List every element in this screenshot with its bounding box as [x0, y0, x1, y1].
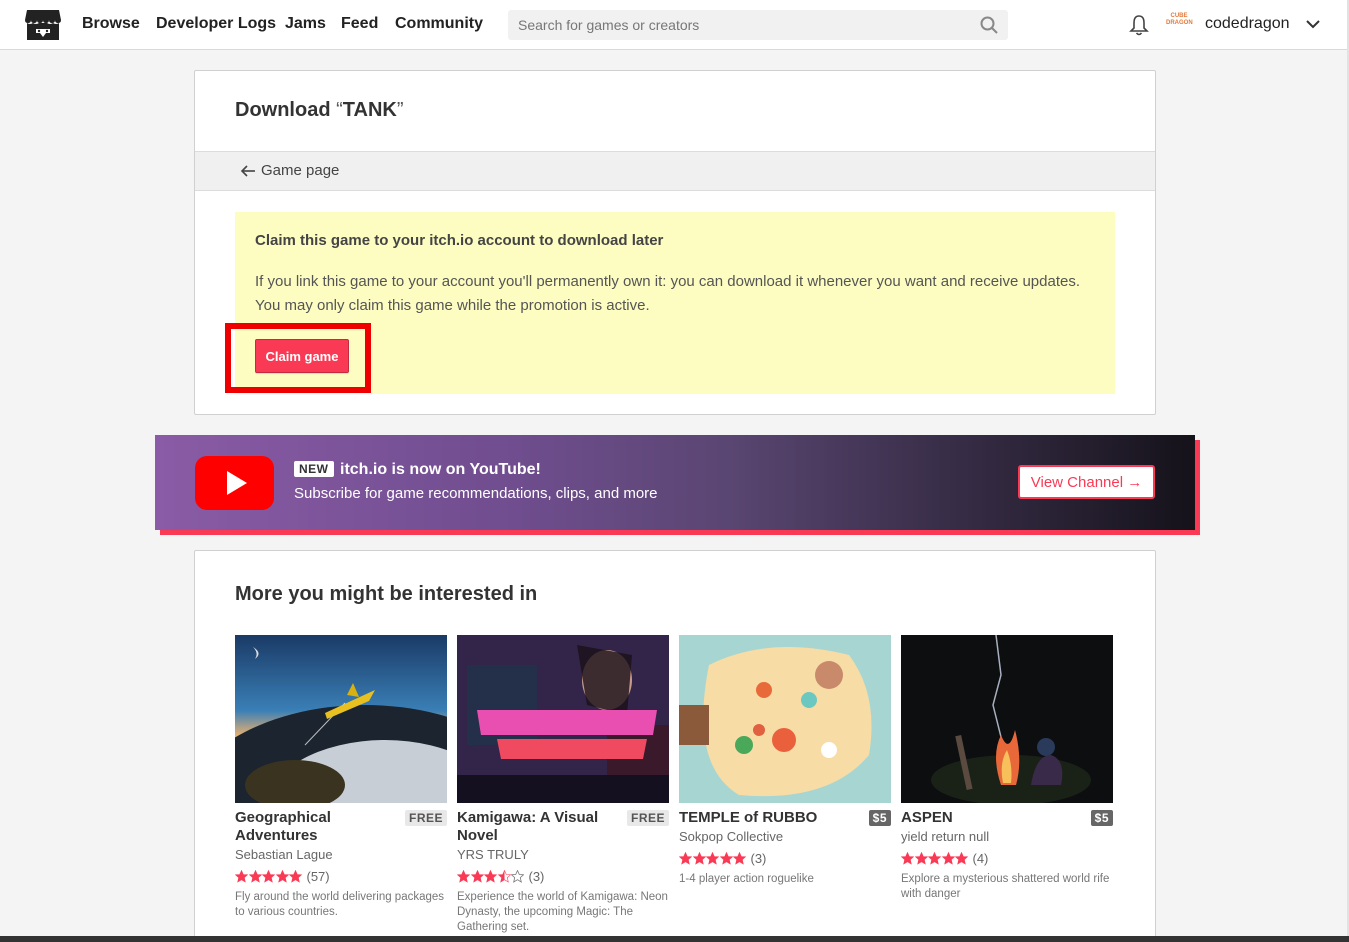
- star-icon: [928, 851, 941, 865]
- star-icon: [511, 869, 524, 883]
- star-icon: [679, 851, 692, 865]
- rating-count: (3): [750, 850, 767, 866]
- game-description: Explore a mysterious shattered world rif…: [901, 873, 1110, 900]
- star-icon: [275, 869, 289, 883]
- rating: (57): [235, 868, 447, 884]
- star-icon: [248, 869, 262, 883]
- nav-jams[interactable]: Jams: [285, 15, 326, 33]
- search-bar: [508, 10, 1008, 40]
- game-page-bar: Game page: [195, 151, 1155, 191]
- game-card-temple-of-rubbo[interactable]: TEMPLE of RUBBO $5 Sokpop Collective (3)…: [679, 635, 891, 887]
- username[interactable]: codedragon: [1205, 15, 1290, 33]
- game-thumbnail[interactable]: [679, 635, 891, 803]
- new-badge: NEW: [294, 461, 334, 477]
- star-icon: [497, 869, 511, 883]
- search-input[interactable]: [508, 10, 968, 40]
- game-name: TANK: [342, 99, 397, 121]
- view-channel-button[interactable]: View Channel →: [1018, 465, 1155, 499]
- star-icon: [484, 869, 497, 883]
- top-navigation-bar: Browse Developer Logs Jams Feed Communit…: [0, 0, 1349, 50]
- nav-developer-logs[interactable]: Developer Logs: [156, 15, 276, 33]
- rating-count: (4): [972, 850, 989, 866]
- star-icon: [941, 851, 955, 865]
- bottom-bar: [0, 936, 1349, 942]
- search-icon[interactable]: [980, 16, 998, 34]
- star-icon: [235, 869, 248, 883]
- download-panel: Download “TANK” Game page Claim this gam…: [194, 70, 1156, 415]
- banner-subtitle: Subscribe for game recommendations, clip…: [294, 485, 658, 502]
- notification-bell-icon[interactable]: [1129, 14, 1149, 36]
- youtube-banner[interactable]: NEW itch.io is now on YouTube! Subscribe…: [155, 435, 1195, 530]
- star-rating: [901, 851, 969, 865]
- arrow-left-icon[interactable]: [240, 164, 256, 178]
- banner-title: itch.io is now on YouTube!: [340, 461, 541, 478]
- rating: (3): [679, 850, 891, 866]
- nav-community[interactable]: Community: [395, 15, 483, 33]
- star-rating: [679, 851, 747, 865]
- game-thumbnail[interactable]: [457, 635, 669, 803]
- price-badge: $5: [1090, 810, 1113, 826]
- nav-feed[interactable]: Feed: [341, 15, 378, 33]
- nav-browse[interactable]: Browse: [82, 15, 140, 33]
- star-icon: [692, 851, 706, 865]
- star-icon: [262, 869, 275, 883]
- avatar[interactable]: CUBE DRAGON: [1166, 13, 1193, 37]
- rating: (3): [457, 868, 669, 884]
- price-badge: $5: [868, 810, 891, 826]
- price-badge: FREE: [404, 810, 447, 826]
- star-icon: [719, 851, 733, 865]
- game-description: 1-4 player action roguelike: [679, 873, 814, 885]
- itchio-logo-icon[interactable]: [24, 8, 62, 42]
- star-icon: [955, 851, 968, 865]
- claim-game-button[interactable]: Claim game: [255, 339, 349, 373]
- recommendations-section: More you might be interested in Geograph…: [194, 550, 1156, 942]
- game-author[interactable]: YRS TRULY: [457, 847, 669, 862]
- game-thumbnail[interactable]: [235, 635, 447, 803]
- game-description: Fly around the world delivering packages…: [235, 891, 445, 918]
- star-icon: [706, 851, 719, 865]
- rating-count: (3): [528, 868, 545, 884]
- youtube-play-icon: [195, 456, 274, 510]
- section-title: More you might be interested in: [235, 583, 538, 605]
- star-icon: [733, 851, 746, 865]
- page-title: Download “TANK”: [235, 99, 404, 121]
- chevron-down-icon[interactable]: [1305, 18, 1321, 30]
- game-page-link[interactable]: Game page: [261, 162, 339, 179]
- game-title[interactable]: TEMPLE of RUBBO: [679, 809, 839, 827]
- game-card-kamigawa[interactable]: Kamigawa: A Visual Novel FREE YRS TRULY …: [457, 635, 669, 935]
- rating-count: (57): [306, 868, 330, 884]
- game-title[interactable]: Geographical Adventures: [235, 809, 395, 845]
- rating: (4): [901, 850, 1113, 866]
- game-thumbnail[interactable]: [901, 635, 1113, 803]
- game-card-aspen[interactable]: ASPEN $5 yield return null (4) Explore a…: [901, 635, 1113, 902]
- game-description: Experience the world of Kamigawa: Neon D…: [457, 891, 668, 933]
- star-icon: [470, 869, 484, 883]
- game-title[interactable]: ASPEN: [901, 809, 1061, 827]
- star-icon: [289, 869, 302, 883]
- game-title[interactable]: Kamigawa: A Visual Novel: [457, 809, 617, 845]
- star-rating: [457, 869, 525, 883]
- star-icon: [914, 851, 928, 865]
- star-rating: [235, 869, 303, 883]
- price-badge: FREE: [626, 810, 669, 826]
- claim-title: Claim this game to your itch.io account …: [255, 232, 664, 249]
- game-card-geographical-adventures[interactable]: Geographical Adventures FREE Sebastian L…: [235, 635, 447, 920]
- game-author[interactable]: Sebastian Lague: [235, 847, 447, 862]
- star-icon: [457, 869, 470, 883]
- claim-notice: Claim this game to your itch.io account …: [225, 212, 1115, 394]
- claim-description: If you link this game to your account yo…: [255, 273, 1080, 314]
- star-icon: [901, 851, 914, 865]
